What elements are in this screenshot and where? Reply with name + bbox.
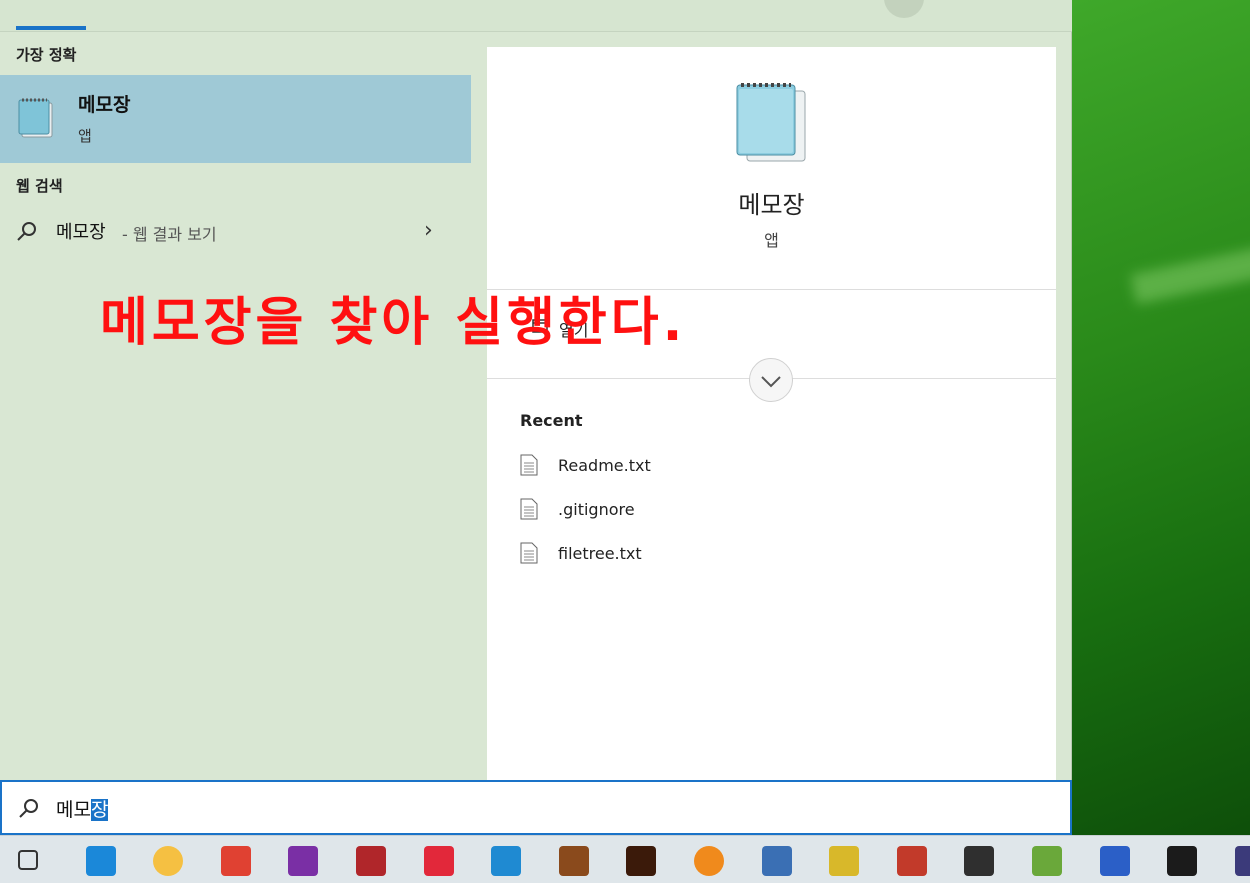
app-detail-pane: 메모장 앱 열기 Recent Readme.txt .gitignore fi… [487, 47, 1056, 780]
recent-file-name: .gitignore [558, 500, 635, 519]
diablo-icon[interactable] [559, 846, 589, 876]
taskbar [0, 835, 1250, 883]
task-view-icon[interactable] [18, 850, 38, 870]
magnifier-app-icon[interactable] [694, 846, 724, 876]
chevron-down-icon [761, 376, 781, 388]
app-red-stripes-icon[interactable] [424, 846, 454, 876]
audio-app-icon[interactable] [829, 846, 859, 876]
web-result-hint: - 웹 결과 보기 [122, 225, 217, 244]
recent-heading: Recent [520, 411, 583, 430]
onenote-icon[interactable] [288, 846, 318, 876]
chevron-right-icon[interactable]: › [424, 218, 433, 243]
desktop-background [1072, 0, 1250, 835]
search-typed-text: 메모 [56, 799, 91, 821]
vscode-icon[interactable] [491, 846, 521, 876]
active-tab-indicator [16, 26, 86, 30]
edge-icon[interactable] [86, 846, 116, 876]
best-match-title: 메모장 [78, 94, 131, 116]
terminal-app-icon[interactable] [964, 846, 994, 876]
web-result-query: 메모장 [56, 222, 106, 243]
web-search-result[interactable]: 메모장 - 웹 결과 보기 › [0, 212, 471, 250]
best-match-heading: 가장 정확 [16, 46, 77, 64]
search-selected-text: 장 [90, 799, 109, 821]
search-tab-bar [0, 0, 1072, 32]
search-box[interactable]: 메모장 [0, 780, 1072, 835]
notepad-large-icon [736, 83, 806, 162]
results-list: 가장 정확 메모장 앱 웹 검색 메모장 - 웹 결과 보기 › [0, 32, 471, 780]
recent-file-item[interactable]: Readme.txt [520, 452, 820, 482]
eclipse-icon[interactable] [1235, 846, 1250, 876]
start-menu-search-panel: 가장 정확 메모장 앱 웹 검색 메모장 - 웹 결과 보기 › 메모장 앱 열… [0, 0, 1072, 835]
more-options-button[interactable] [884, 0, 924, 18]
chrome-icon[interactable] [221, 846, 251, 876]
web-search-heading: 웹 검색 [16, 177, 63, 195]
hancom-icon[interactable] [762, 846, 792, 876]
detail-app-kind: 앱 [764, 231, 779, 250]
stripes-app-icon[interactable] [897, 846, 927, 876]
app-red-square-icon[interactable] [356, 846, 386, 876]
best-match-subtitle: 앱 [78, 127, 92, 145]
notepad-icon [18, 98, 53, 138]
notepadpp-icon[interactable] [1032, 846, 1062, 876]
instruction-annotation: 메모장을 찾아 실행한다. [100, 293, 687, 353]
wps-icon[interactable] [1100, 846, 1130, 876]
best-match-notepad[interactable]: 메모장 앱 [0, 75, 471, 163]
search-icon [19, 799, 38, 818]
recent-file-item[interactable]: .gitignore [520, 496, 820, 526]
recent-file-name: filetree.txt [558, 544, 642, 563]
text-document-icon [520, 498, 538, 520]
text-document-icon [520, 454, 538, 476]
recent-file-item[interactable]: filetree.txt [520, 540, 820, 570]
search-input[interactable]: 메모장 [56, 795, 109, 822]
expand-button[interactable] [749, 358, 793, 402]
pycharm-icon[interactable] [1167, 846, 1197, 876]
text-document-icon [520, 542, 538, 564]
search-icon [17, 222, 36, 241]
recent-file-name: Readme.txt [558, 456, 651, 475]
detail-app-name: 메모장 [738, 191, 805, 219]
diablo-dark-icon[interactable] [626, 846, 656, 876]
file-explorer-icon[interactable] [153, 846, 183, 876]
